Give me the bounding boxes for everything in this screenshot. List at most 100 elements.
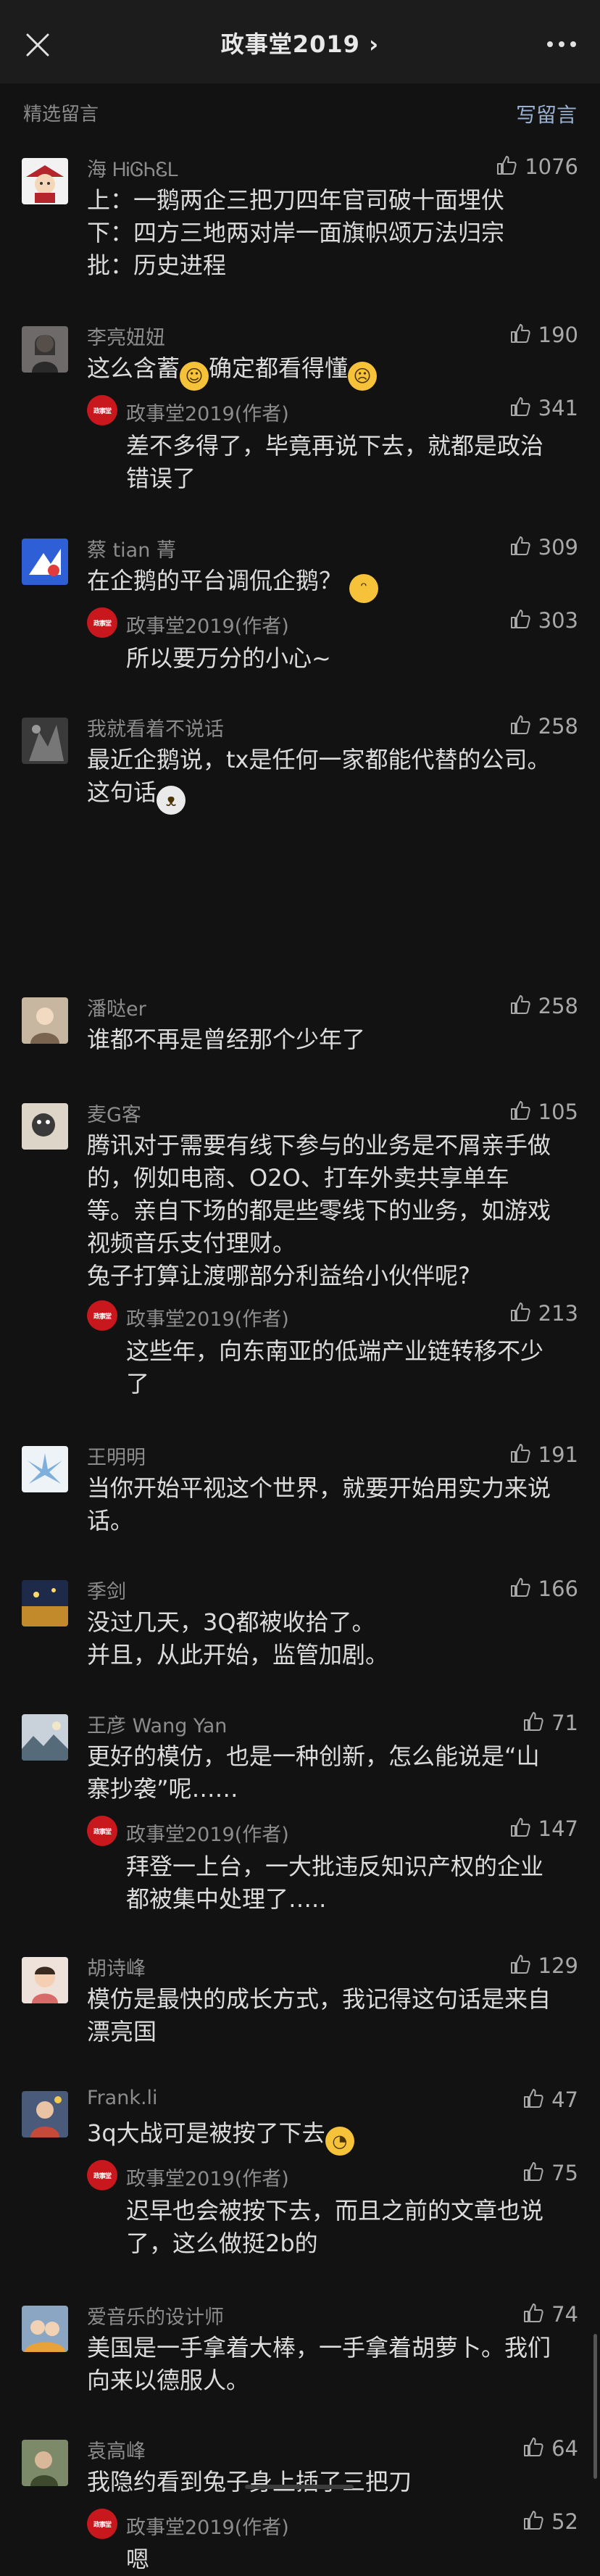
avatar[interactable] — [22, 997, 68, 1044]
commenter-name: 李亮妞妞 — [87, 327, 165, 349]
thumbs-up-icon — [509, 1442, 531, 1467]
like-button[interactable]: 309 — [509, 533, 578, 562]
author-name: 政事堂2019(作者) — [126, 1308, 289, 1331]
like-button[interactable]: 105 — [509, 1097, 578, 1126]
account-title[interactable]: 政事堂2019 › — [0, 26, 600, 59]
like-count: 64 — [551, 2436, 578, 2461]
crying-emoji-icon: ☹ — [348, 362, 378, 391]
reply-text: 差不多得了，毕竟再说下去，就都是政治 错误了 — [126, 432, 544, 492]
comment-text: 3q大战可是被按了下去 ◔ — [87, 2117, 580, 2156]
avatar[interactable] — [22, 326, 68, 373]
comment-text: 模仿是最快的成长方式，我记得这句话是来自 漂亮国 — [87, 1985, 551, 2045]
like-count: 190 — [538, 323, 578, 347]
comment-text: 美国是一手拿着大棒，一手拿着胡萝卜。我们 向来以德服人。 — [87, 2334, 551, 2394]
comment-text: 当你开始平视这个世界，就要开始用实力来说 话。 — [87, 1474, 551, 1534]
author-avatar[interactable]: 政事堂 — [87, 395, 117, 425]
like-button[interactable]: 47 — [522, 2085, 578, 2114]
like-count: 1076 — [525, 154, 578, 179]
like-button[interactable]: 166 — [509, 1574, 578, 1603]
reply-like-button[interactable]: 213 — [509, 1299, 578, 1328]
commenter-name: 麦G客 — [87, 1104, 141, 1126]
like-button[interactable]: 71 — [522, 1708, 578, 1737]
commenter-name: Frank.li — [87, 2087, 158, 2109]
reply-like-button[interactable]: 303 — [509, 606, 578, 635]
like-count: 71 — [551, 1711, 578, 1735]
avatar[interactable] — [22, 1957, 68, 2003]
more-icon[interactable] — [545, 33, 578, 55]
like-button[interactable]: 190 — [509, 320, 578, 349]
comment-text-part: 在企鹅的平台调侃企鹅？ — [87, 567, 343, 594]
thumbs-up-icon — [509, 396, 531, 420]
avatar[interactable] — [22, 1103, 68, 1150]
like-count: 47 — [551, 2087, 578, 2112]
reply-text: 嗯 — [126, 2546, 150, 2573]
thumbs-up-icon — [522, 2161, 544, 2185]
comment-text: 最近企鹅说，tx是任何一家都能代替的公司。 这句话 ᴥ — [87, 744, 580, 815]
commenter-name: 季剑 — [87, 1581, 126, 1603]
like-button[interactable]: 64 — [522, 2434, 578, 2463]
like-button[interactable]: 129 — [509, 1951, 578, 1980]
author-name: 政事堂2019(作者) — [126, 1824, 289, 1846]
write-comment-button[interactable]: 写留言 — [516, 99, 577, 128]
like-count: 303 — [538, 608, 578, 633]
comment-text: 在企鹅的平台调侃企鹅？ ᵔ — [87, 565, 580, 603]
avatar[interactable] — [22, 718, 68, 764]
like-button[interactable]: 258 — [509, 712, 578, 741]
author-name: 政事堂2019(作者) — [126, 2168, 289, 2190]
comment-text: 更好的模仿，也是一种创新，怎么能说是“山 寨抄袭”呢…… — [87, 1742, 540, 1803]
comment-text: 腾讯对于需要有线下参与的业务是不屑亲手做 的，例如电商、O2O、打车外卖共享单车… — [87, 1131, 551, 1289]
like-button[interactable]: 74 — [522, 2300, 578, 2329]
like-count: 129 — [538, 1953, 578, 1978]
thumbs-up-icon — [522, 2436, 544, 2461]
author-avatar[interactable]: 政事堂 — [87, 607, 117, 638]
thumbs-up-icon — [509, 994, 531, 1018]
author-avatar[interactable]: 政事堂 — [87, 1816, 117, 1846]
like-button[interactable]: 1076 — [496, 152, 578, 181]
reply-like-button[interactable]: 75 — [522, 2159, 578, 2187]
avatar[interactable] — [22, 158, 68, 204]
commenter-name: 潘哒er — [87, 998, 146, 1021]
like-count: 191 — [538, 1442, 578, 1467]
author-avatar[interactable]: 政事堂 — [87, 2160, 117, 2190]
avatar[interactable] — [22, 1446, 68, 1492]
rolling-eyes-emoji-icon: ◔ — [325, 2127, 354, 2156]
avatar[interactable] — [22, 2306, 68, 2352]
author-name: 政事堂2019(作者) — [126, 403, 289, 425]
like-count: 52 — [551, 2509, 578, 2534]
avatar[interactable] — [22, 2091, 68, 2137]
author-avatar[interactable]: 政事堂 — [87, 1300, 117, 1331]
commenter-name: 海 ᎻᎥᎶᏂᏋᏞ — [87, 159, 180, 181]
avatar[interactable] — [22, 1580, 68, 1626]
thumbs-up-icon — [509, 535, 531, 560]
commenter-name: 袁高峰 — [87, 2440, 146, 2463]
comment-text: 上：一鹅两企三把刀四年官司破十面埋伏 下：四方三地两对岸一面旗帜颂万法归宗 批：… — [87, 186, 505, 279]
like-button[interactable]: 258 — [509, 992, 578, 1021]
commenter-name: 王彦 Wang Yan — [87, 1715, 228, 1737]
avatar[interactable] — [22, 1714, 68, 1761]
comment-text: 这么含蓄 ☺ 确定都看得懂 ☹ — [87, 352, 580, 391]
like-button[interactable]: 191 — [509, 1440, 578, 1469]
thumbs-up-icon — [522, 1711, 544, 1735]
thumbs-up-icon — [522, 2302, 544, 2327]
reply-like-button[interactable]: 147 — [509, 1814, 578, 1843]
avatar[interactable] — [22, 539, 68, 585]
like-count: 105 — [538, 1100, 578, 1124]
thumbs-up-icon — [509, 714, 531, 739]
commenter-name: 胡诗峰 — [87, 1958, 146, 1980]
reply-like-button[interactable]: 52 — [522, 2507, 578, 2536]
thumbs-up-icon — [509, 1100, 531, 1124]
comment-text-part: 确定都看得懂 — [209, 354, 349, 382]
commenter-name: 我就看着不说话 — [87, 718, 224, 741]
comment-text: 没过几天，3Q都被收拾了。 并且，从此开始，监管加剧。 — [87, 1608, 389, 1669]
avatar[interactable] — [22, 2440, 68, 2486]
home-indicator[interactable] — [245, 2485, 354, 2489]
thumbs-up-icon — [522, 2509, 544, 2534]
like-count: 258 — [538, 994, 578, 1018]
author-avatar[interactable]: 政事堂 — [87, 2509, 117, 2539]
reply-text: 所以要万分的小心~ — [126, 644, 331, 672]
reply-like-button[interactable]: 341 — [509, 394, 578, 423]
like-count: 309 — [538, 535, 578, 560]
commenter-name: 爱音乐的设计师 — [87, 2306, 224, 2329]
like-count: 213 — [538, 1301, 578, 1326]
scrollbar[interactable] — [593, 2334, 597, 2479]
